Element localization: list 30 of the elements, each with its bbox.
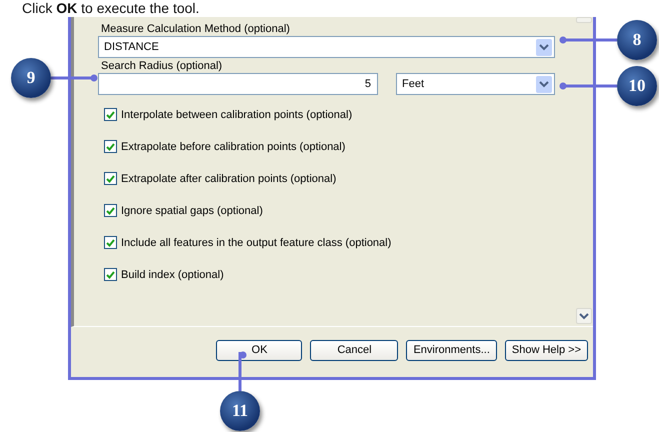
checkbox[interactable] [104, 108, 117, 121]
checkbox[interactable] [104, 140, 117, 153]
unit-dropdown[interactable]: Feet [396, 73, 555, 95]
method-dropdown[interactable]: DISTANCE [98, 36, 555, 58]
help-button[interactable]: Show Help >> [504, 340, 588, 360]
callout-badge: 11 [220, 391, 260, 431]
field-label: Search Radius (optional) [101, 60, 224, 72]
scroll-down-button[interactable] [576, 308, 592, 324]
checkbox[interactable] [104, 172, 117, 185]
cancel-button[interactable]: Cancel [310, 340, 398, 360]
checkbox[interactable] [104, 236, 117, 249]
option-label: Extrapolate after calibration points (optional) [121, 172, 336, 184]
instruction-text: Click OK to execute the tool. [22, 0, 200, 16]
checkbox[interactable] [104, 268, 117, 281]
callout-badge: 9 [11, 58, 51, 98]
option-label: Ignore spatial gaps (optional) [121, 204, 263, 216]
option-label: Build index (optional) [121, 268, 224, 280]
ok-button[interactable]: OK [216, 340, 302, 360]
environments-button[interactable]: Environments... [406, 340, 497, 360]
checkbox[interactable] [104, 204, 117, 217]
field-label: Measure Calculation Method (optional) [101, 23, 291, 35]
radius-input[interactable]: 5 [98, 73, 378, 95]
callout-badge: 8 [617, 20, 657, 60]
chevron-down-icon [539, 44, 549, 50]
option-label: Extrapolate before calibration points (optional) [121, 140, 346, 152]
option-label: Include all features in the output feature class (optional) [121, 236, 392, 248]
option-label: Interpolate between calibration points (optional) [121, 108, 352, 120]
callout-badge: 10 [617, 66, 657, 106]
chevron-down-icon [579, 312, 589, 320]
chevron-down-icon [539, 80, 549, 88]
